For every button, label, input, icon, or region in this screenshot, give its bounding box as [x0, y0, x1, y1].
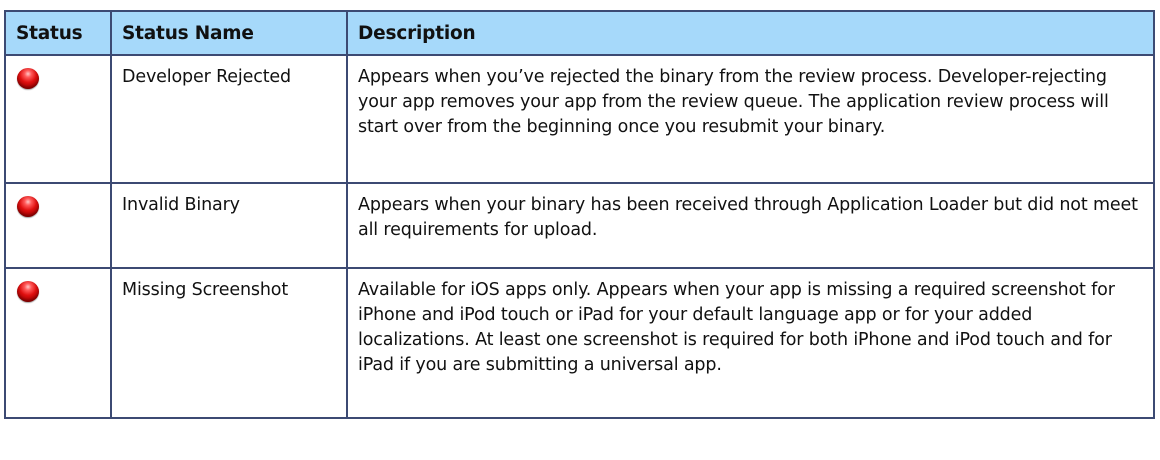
description-cell: Appears when you’ve rejected the binary … — [346, 54, 1155, 184]
status-cell — [4, 267, 112, 419]
status-cell — [4, 182, 112, 269]
red-status-dot-icon — [17, 68, 39, 89]
description-cell: Available for iOS apps only. Appears whe… — [346, 267, 1155, 419]
status-name-cell: Developer Rejected — [110, 54, 348, 184]
table-header-row: Status Status Name Description — [4, 10, 1155, 56]
table-row: Invalid Binary Appears when your binary … — [4, 182, 1155, 269]
page: Status Status Name Description Developer… — [0, 0, 1160, 460]
column-header-status-name: Status Name — [110, 10, 348, 56]
status-name-cell: Invalid Binary — [110, 182, 348, 269]
table-row: Developer Rejected Appears when you’ve r… — [4, 54, 1155, 184]
status-table: Status Status Name Description Developer… — [4, 10, 1155, 419]
column-header-description: Description — [346, 10, 1155, 56]
column-header-status: Status — [4, 10, 112, 56]
red-status-dot-icon — [17, 196, 39, 217]
status-cell — [4, 54, 112, 184]
status-name-cell: Missing Screenshot — [110, 267, 348, 419]
description-cell: Appears when your binary has been receiv… — [346, 182, 1155, 269]
red-status-dot-icon — [17, 281, 39, 302]
table-row: Missing Screenshot Available for iOS app… — [4, 267, 1155, 419]
